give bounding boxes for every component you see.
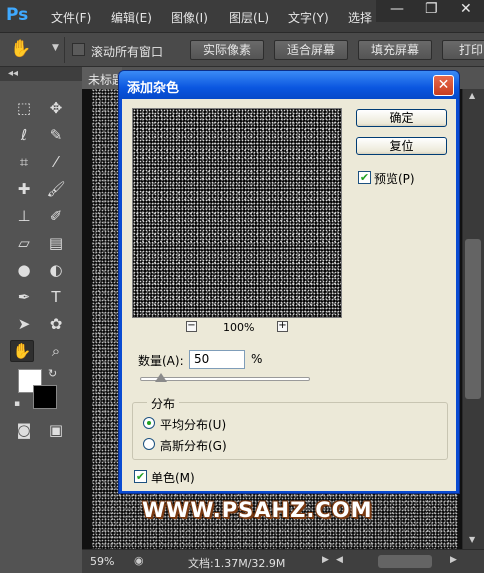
uniform-radio[interactable] [143,417,155,429]
monochrome-label: 单色(M) [151,471,195,485]
preview-label: 预览(P) [374,172,415,186]
toolbox-collapse-icon[interactable]: ◂◂ [0,67,82,81]
menu-layer[interactable]: 图层(L) [229,9,269,26]
document-size-status: 文档:1.37M/32.9M [188,557,286,570]
options-bar: ✋ ▼ 滚动所有窗口 实际像素 适合屏幕 填充屏幕 打印 [0,33,484,67]
scroll-right-icon[interactable]: ▶ [450,555,457,565]
vertical-scroll-thumb[interactable] [465,239,481,399]
marquee-icon[interactable]: ⬚ [12,97,36,119]
quick-select-icon[interactable]: ✎ [44,124,68,146]
eyedropper-icon[interactable]: ⁄ [44,151,68,173]
menu-type[interactable]: 文字(Y) [288,9,329,26]
status-bar: 59% ◉ 文档:1.37M/32.9M ▶ ◀ ▶ [82,549,484,573]
quick-mask-icon[interactable]: ◙ [12,419,36,441]
status-menu-icon[interactable]: ◉ [134,554,144,567]
amount-label: 数量(A): [138,354,184,368]
photoshop-logo: Ps [6,5,29,25]
scroll-all-windows-label: 滚动所有窗口 [91,45,164,59]
pen-icon[interactable]: ✒ [12,286,36,308]
menu-file[interactable]: 文件(F) [51,9,91,26]
brush-icon[interactable]: 🖌 [44,178,68,200]
menu-edit[interactable]: 编辑(E) [111,9,152,26]
minimize-icon[interactable]: — [390,1,404,17]
close-icon[interactable]: ✕ [460,1,472,17]
reset-button[interactable]: 复位 [356,137,447,155]
gaussian-label[interactable]: 高斯分布(G) [160,437,227,454]
close-icon[interactable]: ✕ [433,75,454,96]
horizontal-scroll-thumb[interactable] [378,555,432,568]
healing-brush-icon[interactable]: ✚ [12,178,36,200]
path-select-icon[interactable]: ➤ [12,313,36,335]
status-arrow-icon[interactable]: ▶ [322,555,329,565]
monochrome-checkbox[interactable]: ✔ [134,470,147,483]
chevron-down-icon[interactable]: ▼ [52,43,59,53]
blur-icon[interactable]: ● [12,259,36,281]
type-icon[interactable]: T [44,286,68,308]
fit-screen-button[interactable]: 适合屏幕 [274,40,348,60]
restore-icon[interactable]: ❐ [425,1,438,17]
vertical-scrollbar[interactable]: ▲ ▼ [462,89,484,549]
uniform-label[interactable]: 平均分布(U) [160,416,226,433]
menu-image[interactable]: 图像(I) [171,9,208,26]
actual-pixels-button[interactable]: 实际像素 [190,40,264,60]
clone-stamp-icon[interactable]: ⊥ [12,205,36,227]
scroll-left-icon[interactable]: ◀ [336,555,343,565]
dodge-icon[interactable]: ◐ [44,259,68,281]
ok-button[interactable]: 确定 [356,109,447,127]
amount-input[interactable]: 50 [189,350,245,369]
watermark-text: WWW.PSAHZ.COM [142,498,373,522]
background-color-swatch[interactable] [33,385,57,409]
preview-zoom-level: 100% [223,321,255,334]
scroll-up-icon[interactable]: ▲ [469,91,475,100]
default-colors-icon[interactable]: ▪ [14,399,20,409]
crop-icon[interactable]: ⌗ [12,151,36,173]
zoom-out-button[interactable]: − [186,321,197,332]
dialog-body: − 100% + 确定 复位 ✔ 预览(P) 数量(A): 50 % 分布 平均… [122,99,456,491]
add-noise-dialog: 添加杂色 ✕ − 100% + 确定 复位 ✔ 预览(P) 数量(A): 50 … [118,70,460,494]
zoom-icon[interactable]: ⌕ [44,340,68,362]
document-tab[interactable]: 未标题 [82,67,122,89]
print-size-button[interactable]: 打印 [442,40,484,60]
menu-bar: Ps 文件(F) 编辑(E) 图像(I) 图层(L) 文字(Y) 选择 — ❐ … [0,0,484,33]
gaussian-radio[interactable] [143,438,155,450]
window-controls: — ❐ ✕ [376,0,484,22]
shape-icon[interactable]: ✿ [44,313,68,335]
toolbox: ◂◂ ⬚ ✥ ℓ ✎ ⌗ ⁄ ✚ 🖌 ⊥ ✐ ▱ ▤ ● ◐ ✒ T ➤ ✿ ✋… [0,67,82,552]
zoom-in-button[interactable]: + [277,321,288,332]
scroll-down-icon[interactable]: ▼ [469,535,475,544]
zoom-status[interactable]: 59% [90,555,114,568]
eraser-icon[interactable]: ▱ [12,232,36,254]
move-icon[interactable]: ✥ [44,97,68,119]
preview-checkbox[interactable]: ✔ [358,171,371,184]
screen-mode-icon[interactable]: ▣ [44,419,68,441]
amount-slider-thumb[interactable] [155,373,168,382]
distribution-label: 分布 [147,395,180,412]
amount-unit: % [251,352,263,366]
history-brush-icon[interactable]: ✐ [44,205,68,227]
noise-preview[interactable] [132,108,342,318]
dialog-titlebar[interactable]: 添加杂色 ✕ [119,71,459,99]
lasso-icon[interactable]: ℓ [12,124,36,146]
dialog-title: 添加杂色 [127,81,180,96]
fill-screen-button[interactable]: 填充屏幕 [358,40,432,60]
swap-colors-icon[interactable]: ↻ [48,367,57,380]
menu-select[interactable]: 选择 [348,9,372,26]
gradient-icon[interactable]: ▤ [44,232,68,254]
hand-tool-icon[interactable]: ✋ [10,340,34,362]
scroll-all-windows-checkbox[interactable] [72,43,85,56]
divider [64,37,65,63]
hand-icon[interactable]: ✋ [10,39,31,59]
